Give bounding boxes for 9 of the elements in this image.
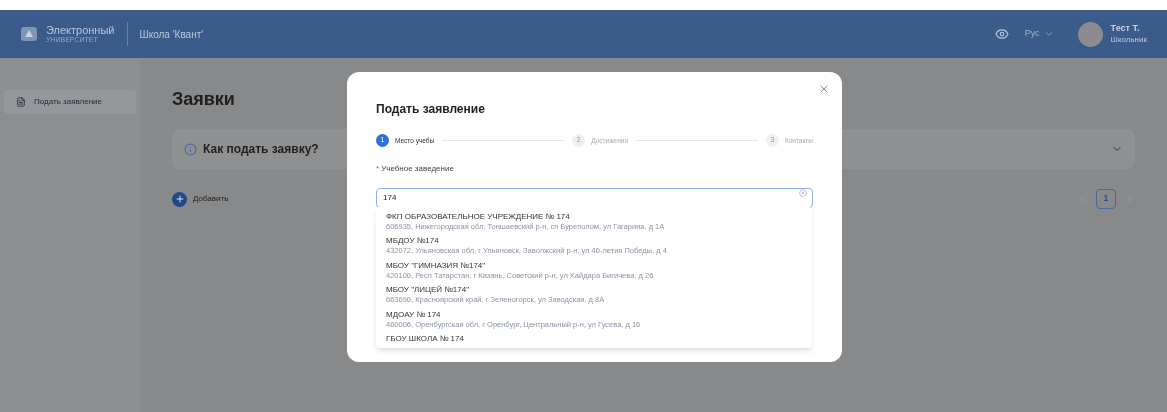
field-label: Учебное заведение <box>381 163 454 175</box>
page-title: Заявки <box>172 88 235 111</box>
school-name: Школа 'Квант' <box>139 27 204 42</box>
info-title: Как подать заявку? <box>203 141 319 158</box>
logo-title: Электронный <box>46 25 115 36</box>
modal-title: Подать заявление <box>376 101 486 118</box>
user-name: Тест Т. <box>1110 23 1141 35</box>
user-role: Школьник <box>1110 34 1147 45</box>
required-mark: * <box>376 163 380 175</box>
